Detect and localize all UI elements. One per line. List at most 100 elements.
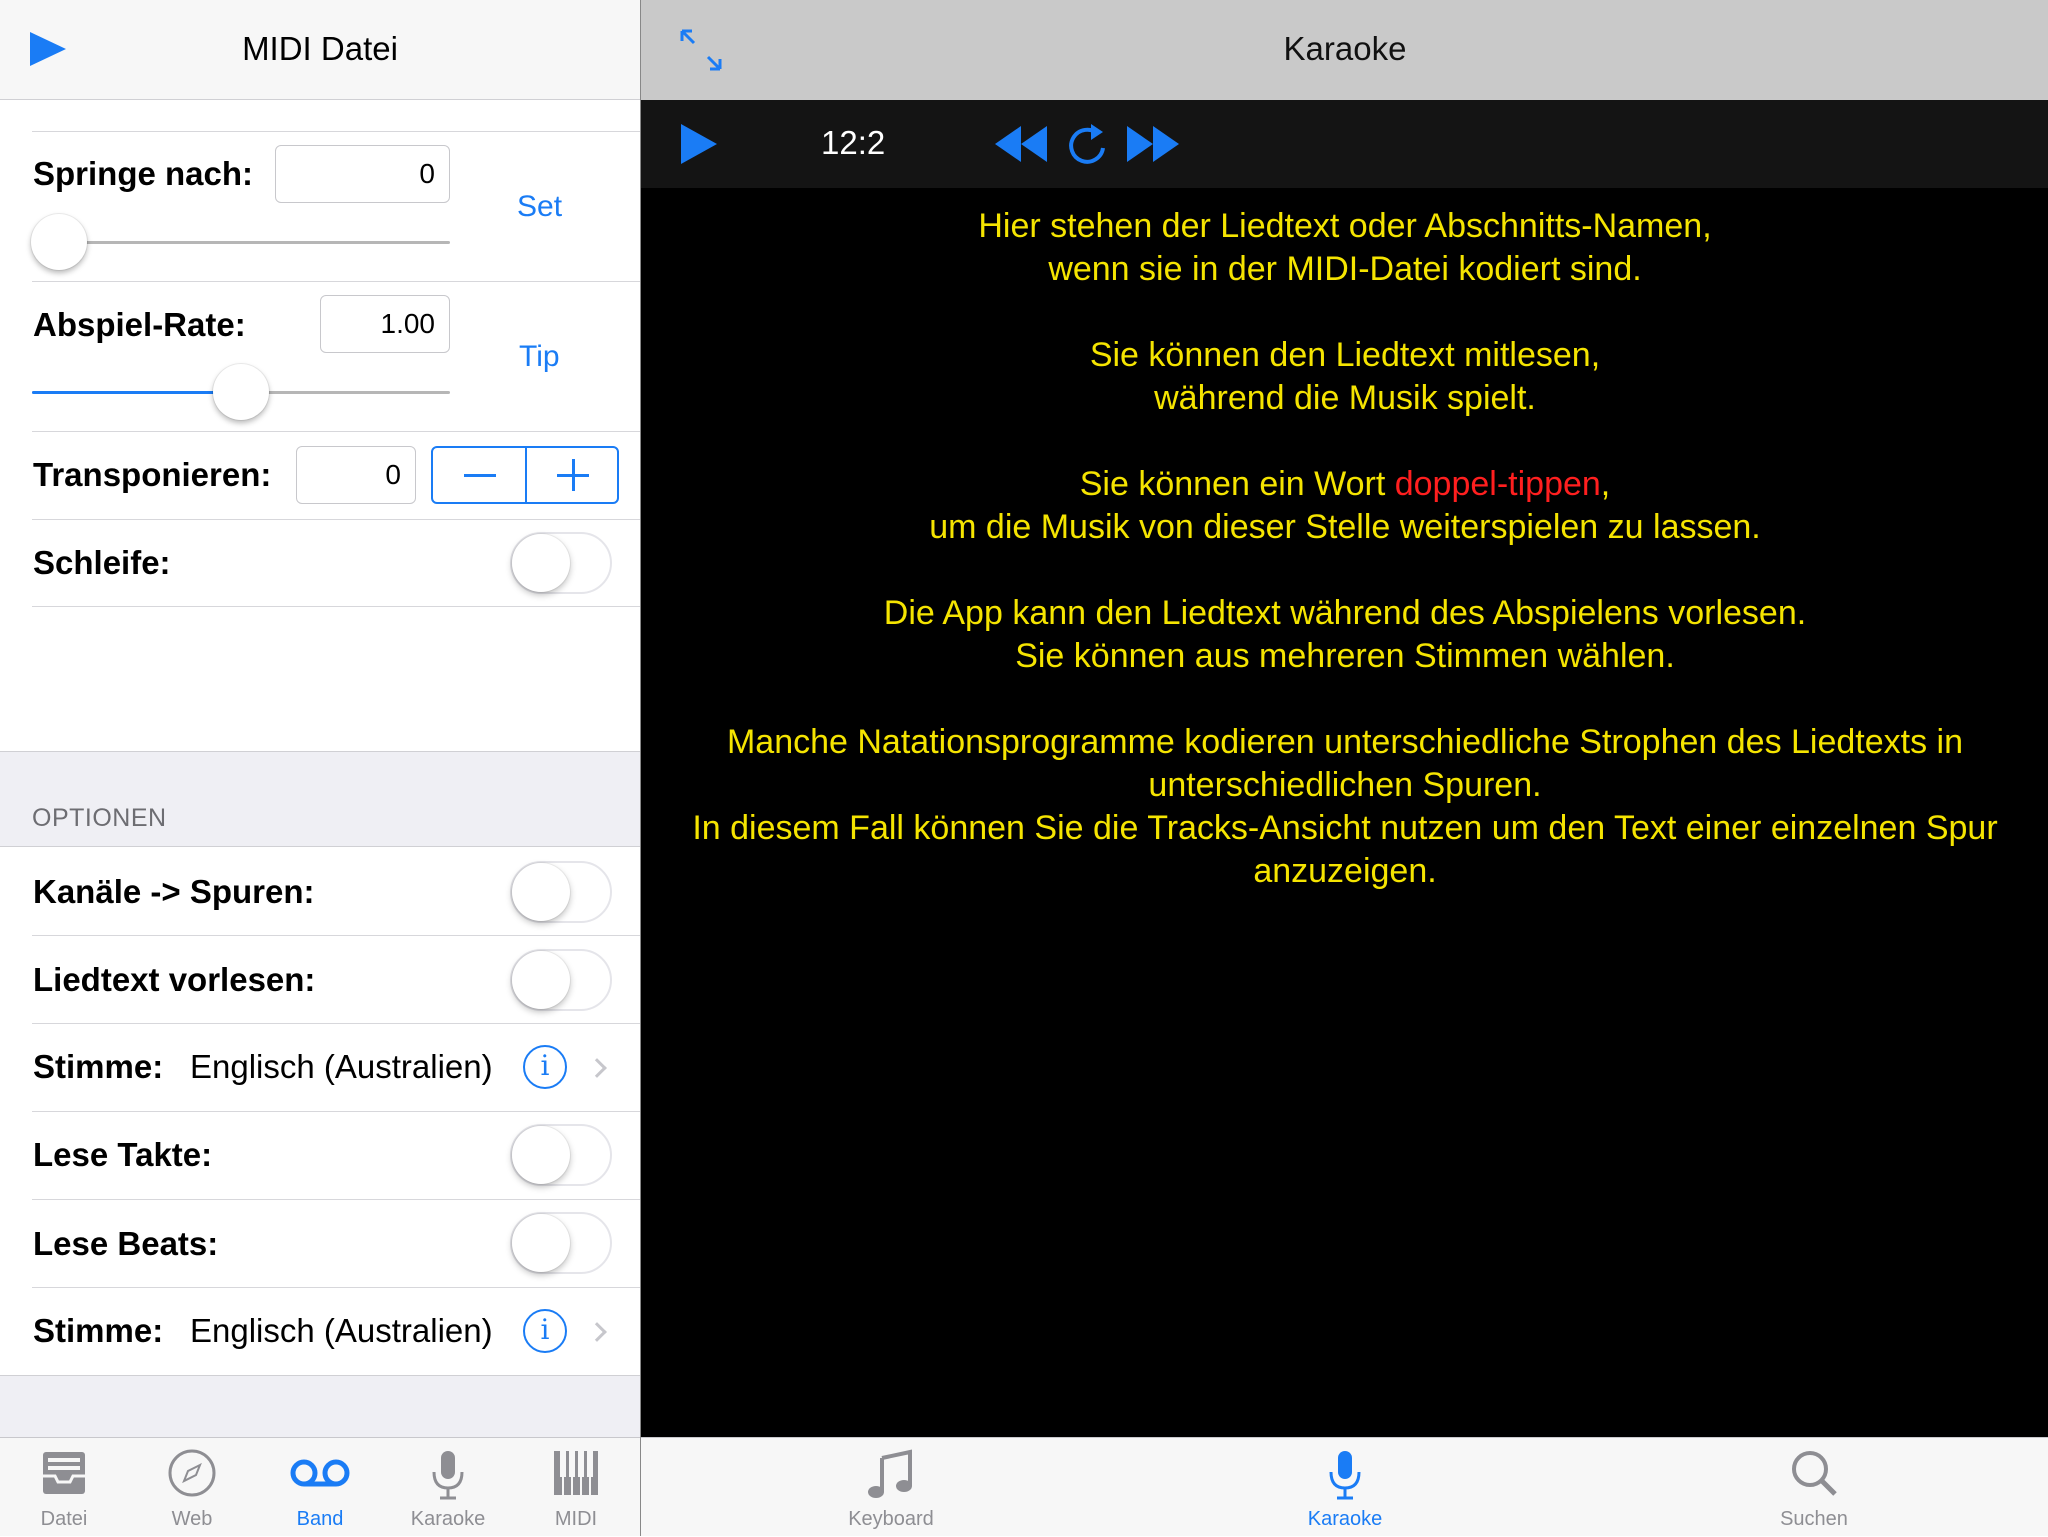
lyrics-line: Die App kann den Liedtext während des Ab… [883,594,1807,632]
tab-suchen[interactable]: Suchen [1749,1438,1879,1537]
info-icon[interactable]: i [523,1309,567,1353]
rate-slider-knob[interactable] [213,364,269,420]
chevron-right-icon [587,1058,607,1078]
time-display: 12:2 [821,124,886,161]
lyrics-line: , [1600,465,1611,503]
lyrics-line: Hier stehen der Liedtext oder Abschnitts… [978,207,1712,245]
chevron-right-icon [587,1322,607,1342]
tab-label: Keyboard [848,1508,934,1530]
tip-button[interactable]: Tip [519,340,560,374]
right-nav-bar: Karaoke [641,0,2048,100]
left-nav-bar: MIDI Datei [0,0,640,100]
jump-slider-knob[interactable] [31,214,87,270]
tab-karaoke[interactable]: Karaoke [384,1438,512,1537]
read-beats-toggle[interactable] [510,1212,612,1274]
options-section-header: OPTIONEN [0,751,640,847]
tab-label: Datei [40,1508,88,1530]
tab-karaoke[interactable]: Karaoke [1280,1438,1410,1537]
lyrics-line: Manche Natationsprogramme kodieren unter… [726,723,1964,761]
read-bars-label: Lese Takte: [33,1136,213,1173]
microphone-icon [432,1451,464,1500]
compass-icon [168,1449,216,1497]
tab-keyboard[interactable]: Keyboard [826,1438,956,1537]
voicemail-icon [290,1459,350,1487]
lyrics-line: Sie können aus mehreren Stimmen wählen. [1015,637,1675,675]
transpose-stepper [431,446,619,504]
rate-slider-fill [32,391,241,394]
bottom-spacer [0,1375,640,1437]
channels-toggle[interactable] [510,861,612,923]
read-lyrics-toggle[interactable] [510,949,612,1011]
lyrics-line: um die Musik von dieser Stelle weiterspi… [929,508,1761,546]
divider [32,1199,640,1200]
voice-value: Englisch (Australien) [190,1048,493,1085]
lyrics-line: wenn sie in der MIDI-Datei kodiert sind. [1048,250,1642,288]
highlighted-word[interactable]: doppel-tippen [1395,465,1601,503]
tab-label: Karaoke [1307,1508,1383,1530]
divider [32,131,640,132]
lyrics-line: Sie können den Liedtext mitlesen, [1089,336,1601,374]
tray-icon [43,1452,85,1494]
divider [32,281,640,282]
music-note-icon [868,1449,912,1498]
tab-band[interactable]: Band [256,1438,384,1537]
jump-label: Springe nach: [33,155,254,192]
divider [32,519,640,520]
options-header: OPTIONEN [32,804,167,832]
left-pane: MIDI Datei Springe nach: 0 Set Abspiel-R… [0,0,640,1536]
lyrics-paragraph: Manche Natationsprogramme kodieren unter… [641,721,2048,893]
tab-datei[interactable]: Datei [0,1438,128,1537]
read-bars-toggle[interactable] [510,1124,612,1186]
divider [32,431,640,432]
decrement-button[interactable] [433,448,526,502]
info-icon[interactable]: i [523,1045,567,1089]
lyrics-area[interactable]: Hier stehen der Liedtext oder Abschnitts… [641,205,2048,936]
tab-label: Suchen [1780,1508,1848,1530]
set-button[interactable]: Set [517,190,562,224]
transport-bar: 12:2 [641,100,2048,188]
right-tab-bar: Keyboard Karaoke Suchen [641,1437,2048,1536]
lyrics-line: Sie können ein Wort [1079,465,1395,503]
loop-label: Schleife: [33,544,171,581]
lyrics-line: anzuzeigen. [1253,852,1437,890]
rewind-icon[interactable] [995,126,1047,162]
left-title: MIDI Datei [242,30,398,67]
voice-label: Stimme: [33,1048,164,1085]
tab-label: Band [296,1508,344,1530]
divider [32,1111,640,1112]
divider [32,606,640,607]
lyrics-paragraph: Sie können den Liedtext mitlesen, währen… [641,334,2048,420]
tab-label: Karaoke [410,1508,486,1530]
jump-input[interactable]: 0 [275,145,450,203]
voice2-label: Stimme: [33,1312,164,1349]
rate-input[interactable]: 1.00 [320,295,450,353]
transpose-label: Transponieren: [33,456,272,493]
voice-row[interactable]: Stimme: Englisch (Australien) i [0,1024,640,1111]
increment-button[interactable] [527,448,620,502]
jump-slider-track[interactable] [32,241,450,244]
lyrics-paragraph: Die App kann den Liedtext während des Ab… [641,592,2048,678]
repeat-icon[interactable] [1065,120,1109,168]
lyrics-line: während die Musik spielt. [1154,379,1536,417]
minus-icon [464,474,496,477]
piano-icon [554,1451,598,1495]
left-tab-bar: Datei Web Band Karaoke MIDI [0,1437,640,1536]
search-icon [1792,1451,1837,1496]
microphone-icon [1329,1451,1361,1500]
right-title: Karaoke [1283,30,1407,67]
voice2-row[interactable]: Stimme: Englisch (Australien) i [0,1288,640,1375]
transpose-input[interactable]: 0 [296,446,416,504]
play-icon[interactable] [681,124,717,164]
divider [32,935,640,936]
tab-web[interactable]: Web [128,1438,256,1537]
lyrics-paragraph: Hier stehen der Liedtext oder Abschnitts… [641,205,2048,291]
channels-label: Kanäle -> Spuren: [33,873,315,910]
lyrics-paragraph: Sie können ein Wort doppel-tippen, um di… [641,463,2048,549]
lyrics-line: unterschiedlichen Spuren. [1148,766,1542,804]
tab-midi[interactable]: MIDI [512,1438,640,1537]
tab-label: Web [171,1508,213,1530]
fast-forward-icon[interactable] [1127,126,1179,162]
read-beats-label: Lese Beats: [33,1225,219,1262]
loop-toggle[interactable] [510,532,612,594]
right-pane: Karaoke 12:2 Hier stehen der Liedtext od… [640,0,2048,1536]
